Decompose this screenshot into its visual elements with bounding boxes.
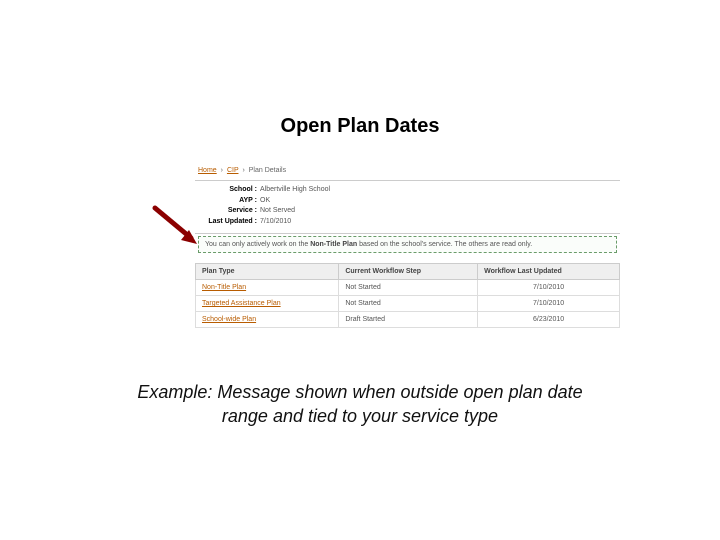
col-workflow-step: Current Workflow Step: [339, 264, 478, 280]
workflow-step: Not Started: [339, 280, 478, 296]
service-value: Not Served: [260, 206, 295, 217]
breadcrumb-cip-link[interactable]: CIP: [227, 167, 239, 174]
school-label: School :: [198, 185, 260, 196]
notice-post: based on the school's service. The other…: [359, 241, 532, 248]
updated-value: 7/10/2010: [260, 217, 291, 228]
service-label: Service :: [198, 206, 260, 217]
notice-emphasis: Non-Title Plan: [310, 241, 357, 248]
plan-link[interactable]: School-wide Plan: [202, 316, 256, 323]
slide-caption: Example: Message shown when outside open…: [0, 380, 720, 429]
breadcrumb-sep: ›: [242, 167, 244, 174]
app-screenshot: Home › CIP › Plan Details School : Alber…: [195, 165, 620, 328]
workflow-updated: 7/10/2010: [478, 296, 620, 312]
workflow-updated: 7/10/2010: [478, 280, 620, 296]
updated-label: Last Updated :: [198, 217, 260, 228]
annotation-arrow-icon: [151, 204, 201, 248]
col-plan-type: Plan Type: [196, 264, 339, 280]
breadcrumb-home-link[interactable]: Home: [198, 167, 217, 174]
workflow-step: Not Started: [339, 296, 478, 312]
col-last-updated: Workflow Last Updated: [478, 264, 620, 280]
plan-link[interactable]: Non-Title Plan: [202, 284, 246, 291]
school-value: Albertville High School: [260, 185, 330, 196]
table-row: Non-Title Plan Not Started 7/10/2010: [196, 280, 620, 296]
workflow-step: Draft Started: [339, 312, 478, 328]
notice-pre: You can only actively work on the: [205, 241, 310, 248]
table-row: Targeted Assistance Plan Not Started 7/1…: [196, 296, 620, 312]
ayp-value: OK: [260, 196, 270, 207]
breadcrumb: Home › CIP › Plan Details: [195, 165, 620, 180]
breadcrumb-current: Plan Details: [249, 167, 286, 174]
service-notice: You can only actively work on the Non-Ti…: [198, 236, 617, 253]
plan-details: School : Albertville High School AYP : O…: [195, 181, 620, 233]
plans-table: Plan Type Current Workflow Step Workflow…: [195, 263, 620, 328]
slide-title: Open Plan Dates: [0, 115, 720, 138]
divider: [195, 233, 620, 234]
ayp-label: AYP :: [198, 196, 260, 207]
breadcrumb-sep: ›: [221, 167, 223, 174]
workflow-updated: 6/23/2010: [478, 312, 620, 328]
plan-link[interactable]: Targeted Assistance Plan: [202, 300, 281, 307]
table-row: School-wide Plan Draft Started 6/23/2010: [196, 312, 620, 328]
